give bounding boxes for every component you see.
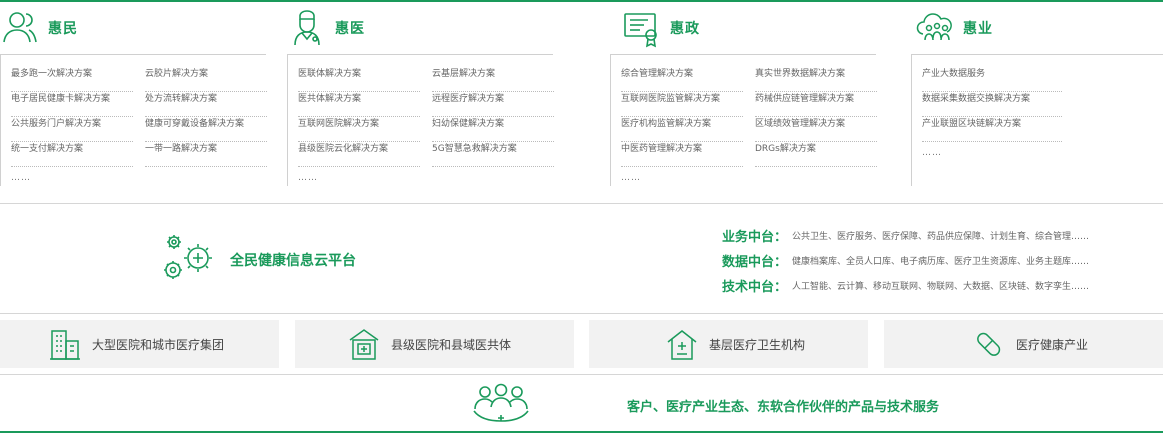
ecosystem-label: 客户、医疗产业生态、东软合作伙伴的产品与技术服务	[627, 400, 940, 415]
category-title: 惠民	[48, 21, 78, 37]
list-item[interactable]: 一带一路解决方案	[145, 142, 267, 167]
institution-label: 县级医院和县域医共体	[391, 337, 512, 352]
list-item[interactable]: 互联网医院解决方案	[298, 117, 420, 142]
category-title: 惠医	[335, 21, 365, 37]
cloud-people-icon	[915, 8, 955, 48]
category-huimin: 惠民 最多跑一次解决方案 电子居民健康卡解决方案 公共服务门户解决方案 统一支付…	[0, 2, 267, 186]
list-column: 医联体解决方案 医共体解决方案 互联网医院解决方案 县级医院云化解决方案 ……	[298, 67, 420, 183]
institution-primary-care[interactable]: 基层医疗卫生机构	[589, 320, 868, 368]
certificate-icon	[622, 8, 662, 48]
list-item[interactable]: 中医药管理解决方案	[621, 142, 743, 167]
pill-icon	[972, 327, 1006, 361]
institution-label: 医疗健康产业	[1016, 337, 1089, 352]
institution-health-industry[interactable]: 医疗健康产业	[884, 320, 1163, 368]
list-item[interactable]: 5G智慧急救解决方案	[432, 142, 554, 167]
list-column: 云胶片解决方案 处方流转解决方案 健康可穿戴设备解决方案 一带一路解决方案	[145, 67, 267, 183]
institution-large-hospital[interactable]: 大型医院和城市医疗集团	[0, 320, 279, 368]
list-item[interactable]: 综合管理解决方案	[621, 67, 743, 92]
more-ellipsis: ……	[298, 173, 318, 183]
list-item[interactable]: 远程医疗解决方案	[432, 92, 554, 117]
category-header: 惠民	[0, 8, 78, 48]
list-item[interactable]: 妇幼保健解决方案	[432, 117, 554, 142]
people-icon	[0, 8, 40, 48]
more-ellipsis: ……	[922, 148, 942, 158]
business-middle-platform: 业务中台： 公共卫生、医疗服务、医疗保障、药品供应保障、计划生育、综合管理……	[722, 226, 1089, 245]
category-huiye: 惠业 产业大数据服务 数据采集数据交换解决方案 产业联盟区块链解决方案 ……	[911, 2, 1163, 186]
list-column: 综合管理解决方案 互联网医院监管解决方案 医疗机构监管解决方案 中医药管理解决方…	[621, 67, 743, 183]
category-list-box: 综合管理解决方案 互联网医院监管解决方案 医疗机构监管解决方案 中医药管理解决方…	[610, 54, 877, 186]
list-column: 真实世界数据解决方案 药械供应链管理解决方案 区域绩效管理解决方案 DRGs解决…	[755, 67, 877, 183]
list-column: 云基层解决方案 远程医疗解决方案 妇幼保健解决方案 5G智慧急救解决方案	[432, 67, 554, 183]
list-item[interactable]: 县级医院云化解决方案	[298, 142, 420, 167]
data-middle-platform: 数据中台： 健康档案库、全员人口库、电子病历库、医疗卫生资源库、业务主题库……	[722, 251, 1089, 270]
list-item[interactable]: 产业联盟区块链解决方案	[922, 117, 1062, 142]
category-title: 惠政	[670, 21, 700, 37]
list-item[interactable]: 云胶片解决方案	[145, 67, 267, 92]
list-item[interactable]: 药械供应链管理解决方案	[755, 92, 877, 117]
list-item[interactable]: 最多跑一次解决方案	[11, 67, 133, 92]
institution-label: 大型医院和城市医疗集团	[92, 337, 225, 352]
list-item[interactable]: 统一支付解决方案	[11, 142, 133, 167]
list-item[interactable]: 产业大数据服务	[922, 67, 1062, 92]
middle-platform-label: 技术中台：	[722, 280, 788, 295]
platform-title: 全民健康信息云平台	[230, 253, 356, 269]
category-list-box: 医联体解决方案 医共体解决方案 互联网医院解决方案 县级医院云化解决方案 …… …	[287, 54, 554, 186]
category-list-box: 产业大数据服务 数据采集数据交换解决方案 产业联盟区块链解决方案 ……	[911, 54, 1163, 186]
category-list-box: 最多跑一次解决方案 电子居民健康卡解决方案 公共服务门户解决方案 统一支付解决方…	[0, 54, 267, 186]
list-item[interactable]: 真实世界数据解决方案	[755, 67, 877, 92]
category-huiyi: 惠医 医联体解决方案 医共体解决方案 互联网医院解决方案 县级医院云化解决方案 …	[287, 2, 554, 186]
hospital-icon	[347, 327, 381, 361]
list-column: 最多跑一次解决方案 电子居民健康卡解决方案 公共服务门户解决方案 统一支付解决方…	[11, 67, 133, 183]
category-huizheng: 惠政 综合管理解决方案 互联网医院监管解决方案 医疗机构监管解决方案 中医药管理…	[610, 2, 877, 186]
partners-icon	[470, 383, 532, 423]
category-title: 惠业	[963, 21, 993, 37]
list-item[interactable]: 医共体解决方案	[298, 92, 420, 117]
list-item[interactable]: 电子居民健康卡解决方案	[11, 92, 133, 117]
institution-county-hospital[interactable]: 县级医院和县域医共体	[295, 320, 574, 368]
middle-platform-text: 健康档案库、全员人口库、电子病历库、医疗卫生资源库、业务主题库……	[792, 257, 1090, 267]
cloud-platform-band: 全民健康信息云平台 业务中台： 公共卫生、医疗服务、医疗保障、药品供应保障、计划…	[0, 203, 1163, 314]
list-item[interactable]: 医联体解决方案	[298, 67, 420, 92]
middle-platform-text: 公共卫生、医疗服务、医疗保障、药品供应保障、计划生育、综合管理……	[792, 232, 1090, 242]
middle-platform-label: 数据中台：	[722, 255, 788, 270]
list-item[interactable]: 健康可穿戴设备解决方案	[145, 117, 267, 142]
list-item[interactable]: 处方流转解决方案	[145, 92, 267, 117]
list-item[interactable]: 公共服务门户解决方案	[11, 117, 133, 142]
more-ellipsis: ……	[11, 173, 31, 183]
doctor-icon	[287, 8, 327, 48]
category-header: 惠医	[287, 8, 365, 48]
category-header: 惠业	[915, 8, 993, 48]
middle-platform-label: 业务中台：	[722, 230, 788, 245]
list-item[interactable]: 医疗机构监管解决方案	[621, 117, 743, 142]
category-header: 惠政	[622, 8, 700, 48]
tech-middle-platform: 技术中台： 人工智能、云计算、移动互联网、物联网、大数据、区块链、数字孪生……	[722, 276, 1089, 295]
gears-icon	[160, 232, 216, 284]
list-item[interactable]: 数据采集数据交换解决方案	[922, 92, 1062, 117]
more-ellipsis: ……	[621, 173, 641, 183]
list-item[interactable]: DRGs解决方案	[755, 142, 877, 167]
list-item[interactable]: 互联网医院监管解决方案	[621, 92, 743, 117]
institution-label: 基层医疗卫生机构	[709, 337, 806, 352]
middle-platform-text: 人工智能、云计算、移动互联网、物联网、大数据、区块链、数字孪生……	[792, 282, 1090, 292]
clinic-house-icon	[665, 327, 699, 361]
building-icon	[48, 327, 82, 361]
ecosystem-band: 客户、医疗产业生态、东软合作伙伴的产品与技术服务	[0, 374, 1163, 431]
list-item[interactable]: 区域绩效管理解决方案	[755, 117, 877, 142]
list-column: 产业大数据服务 数据采集数据交换解决方案 产业联盟区块链解决方案 ……	[922, 67, 1062, 158]
list-item[interactable]: 云基层解决方案	[432, 67, 554, 92]
